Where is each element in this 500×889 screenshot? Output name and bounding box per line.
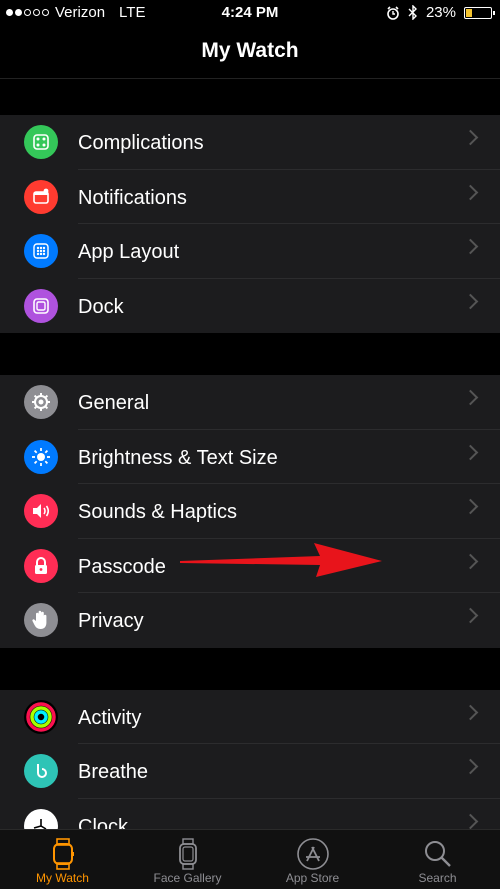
row-label: Brightness & Text Size (78, 446, 278, 469)
settings-group-watch-face: Complications Notifications App Layout D… (0, 115, 500, 333)
settings-group-system: General Brightness & Text Size Sounds & … (0, 375, 500, 648)
notifications-icon (24, 179, 58, 214)
row-activity[interactable]: Activity (0, 690, 500, 744)
chevron-right-icon (462, 184, 479, 200)
battery-percent: 23% (425, 4, 456, 21)
chevron-right-icon (462, 607, 479, 624)
tab-my-watch[interactable]: My Watch (0, 830, 125, 889)
row-label: Notifications (78, 186, 187, 209)
tab-face-gallery[interactable]: Face Gallery (125, 830, 250, 889)
chevron-right-icon (462, 498, 479, 515)
dock-icon (24, 288, 58, 323)
row-brightness[interactable]: Brightness & Text Size (0, 430, 500, 484)
status-bar: Verizon LTE 4:24 PM 23% (0, 0, 500, 28)
chevron-right-icon (462, 238, 479, 255)
row-label: Sounds & Haptics (78, 501, 237, 523)
app-store-icon (296, 838, 329, 870)
breathe-icon (24, 754, 58, 788)
tab-label: Search (418, 871, 457, 885)
row-label: General (78, 392, 150, 414)
chevron-right-icon (462, 389, 479, 406)
brightness-icon (24, 439, 58, 474)
complications-icon (24, 125, 58, 159)
row-sounds-haptics[interactable]: Sounds & Haptics (0, 484, 500, 539)
hand-icon (24, 603, 58, 637)
tab-label: My Watch (36, 871, 89, 885)
section-gap (0, 79, 500, 115)
settings-list[interactable]: Complications Notifications App Layout D… (0, 79, 500, 830)
row-label: App Layout (78, 241, 180, 263)
search-icon (424, 841, 451, 867)
row-privacy[interactable]: Privacy (0, 593, 500, 648)
row-label: Breathe (78, 761, 149, 783)
gear-icon (24, 385, 58, 419)
row-general[interactable]: General (0, 375, 500, 430)
chevron-right-icon (462, 704, 479, 720)
row-notifications[interactable]: Notifications (0, 170, 500, 224)
row-label: Dock (78, 295, 124, 318)
row-label: Activity (78, 706, 142, 729)
tab-search[interactable]: Search (375, 830, 500, 889)
face-gallery-icon (178, 838, 197, 870)
chevron-right-icon (462, 553, 479, 569)
activity-rings-icon (24, 699, 58, 734)
page-title: My Watch (0, 28, 500, 79)
row-complications[interactable]: Complications (0, 115, 500, 170)
chevron-right-icon (462, 813, 479, 829)
row-label: Complications (78, 132, 204, 154)
row-label: Clock (78, 815, 129, 831)
tab-label: App Store (285, 871, 340, 885)
section-gap (0, 333, 500, 375)
tab-app-store[interactable]: App Store (250, 830, 375, 889)
row-dock[interactable]: Dock (0, 279, 500, 334)
status-right: 23% (386, 4, 495, 21)
settings-group-apps: Activity Breathe Clock (0, 689, 500, 831)
row-app-layout[interactable]: App Layout (0, 224, 500, 279)
alarm-icon (387, 5, 399, 20)
tab-bar: My Watch Face Gallery App Store Search (0, 829, 500, 889)
bluetooth-icon (408, 5, 417, 20)
chevron-right-icon (462, 444, 479, 460)
row-breathe[interactable]: Breathe (0, 744, 500, 799)
speaker-icon (24, 494, 58, 528)
tab-label: Face Gallery (153, 871, 222, 885)
app-layout-icon (24, 234, 58, 268)
chevron-right-icon (462, 293, 479, 309)
row-label: Passcode (78, 555, 166, 578)
clock-icon (24, 808, 58, 830)
row-label: Privacy (78, 610, 144, 632)
annotation-arrow (180, 543, 382, 577)
battery-icon (464, 6, 495, 19)
chevron-right-icon (462, 129, 479, 146)
section-gap (0, 647, 500, 690)
watch-icon (52, 838, 74, 870)
row-clock[interactable]: Clock (0, 799, 500, 831)
chevron-right-icon (462, 758, 479, 775)
lock-icon (24, 548, 58, 583)
